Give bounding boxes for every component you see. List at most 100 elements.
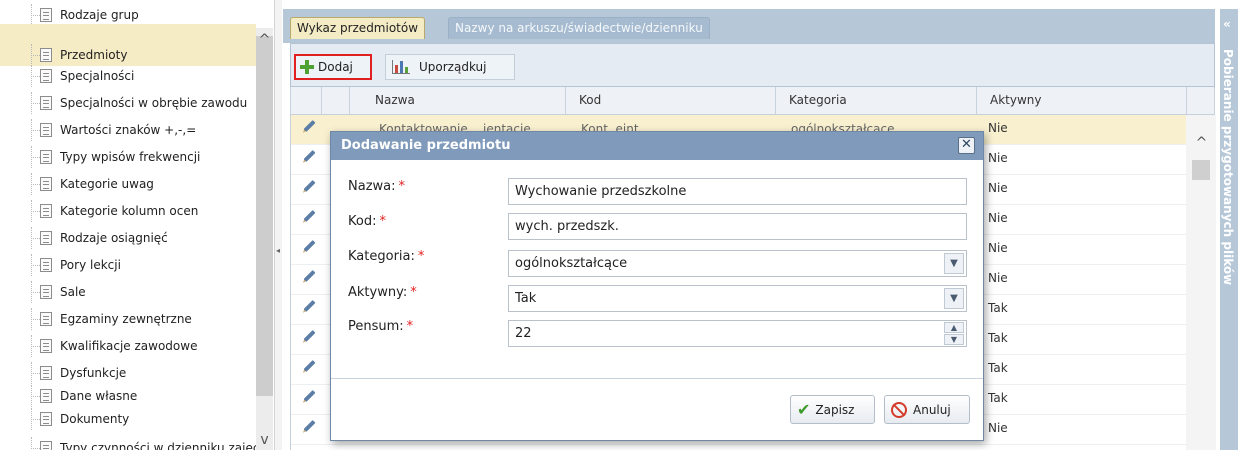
row-aktywny: Tak (988, 391, 1008, 405)
edit-icon[interactable] (303, 329, 316, 343)
column-header-aktywny[interactable]: Aktywny (990, 87, 1042, 114)
tree-item-sale[interactable]: Sale (0, 281, 256, 303)
tree-item-dysfunkcje[interactable]: Dysfunkcje (0, 362, 256, 384)
sort-button-label: Uporządkuj (419, 60, 487, 74)
grid-header: Nazwa Kod Kategoria Aktywny (290, 87, 1215, 115)
document-icon (40, 177, 52, 191)
tree-item-rodzaje-grup[interactable]: Rodzaje grup (0, 4, 256, 26)
chevron-up-icon[interactable]: ^ (256, 32, 273, 48)
document-icon (40, 339, 52, 353)
row-aktywny: Nie (988, 211, 1008, 225)
column-header-kod[interactable]: Kod (579, 87, 601, 114)
edit-icon[interactable] (303, 299, 316, 313)
tree-item-przedmioty[interactable]: Przedmioty (0, 44, 256, 66)
tree-item-label: Dane własne (60, 389, 138, 403)
row-aktywny: Tak (988, 331, 1008, 345)
cancel-button[interactable]: Anuluj (884, 395, 970, 424)
edit-icon[interactable] (303, 209, 316, 223)
row-aktywny: Nie (988, 121, 1008, 135)
row-aktywny: Tak (988, 301, 1008, 315)
kategoria-label: Kategoria: * (348, 249, 425, 264)
tree-item-typy-wpisow[interactable]: Typy wpisów frekwencji (0, 146, 256, 168)
spin-up-icon[interactable]: ▲ (944, 322, 964, 333)
tree-item-label: Kategorie uwag (60, 177, 154, 191)
tree-item-label: Kwalifikacje zawodowe (60, 339, 198, 353)
chevron-down-icon[interactable]: ▼ (944, 288, 964, 309)
panel-splitter[interactable]: ◂ (274, 0, 282, 450)
tree-scrollbar-thumb[interactable] (256, 36, 273, 396)
tree-item-label: Typy wpisów frekwencji (60, 150, 201, 164)
save-button[interactable]: ✔ Zapisz (790, 395, 875, 424)
document-icon (40, 123, 52, 137)
sort-button[interactable]: Uporządkuj (385, 54, 515, 80)
checkmark-icon: ✔ (797, 400, 811, 419)
collapse-left-icon[interactable]: ◂ (276, 246, 280, 255)
edit-icon[interactable] (303, 179, 316, 193)
grid-scrollbar-thumb[interactable] (1192, 160, 1210, 180)
edit-icon[interactable] (303, 389, 316, 403)
required-marker: * (406, 319, 414, 334)
document-icon (40, 8, 52, 22)
aktywny-label: Aktywny: * (348, 285, 417, 300)
save-button-label: Zapisz (815, 402, 855, 417)
add-button-label: Dodaj (318, 60, 353, 74)
document-icon (40, 441, 52, 450)
tabs-bar: Wykaz przedmiotów Nazwy na arkuszu/świad… (283, 9, 1215, 43)
tree-item-wartosci-znakow[interactable]: Wartości znaków +,-,= (0, 119, 256, 141)
tree-item-dokumenty[interactable]: Dokumenty (0, 408, 256, 430)
download-files-panel[interactable]: « Pobieranie przygotowanych plików (1220, 9, 1238, 450)
chevron-up-icon[interactable]: ^ (1193, 135, 1210, 151)
nazwa-field[interactable]: Wychowanie przedszkolne (508, 178, 967, 205)
edit-icon[interactable] (303, 149, 316, 163)
document-icon (40, 204, 52, 218)
tree-item-egzaminy[interactable]: Egzaminy zewnętrzne (0, 308, 256, 330)
tree-item-label: Pory lekcji (60, 258, 121, 272)
settings-tree: Rodzaje grup Przedmioty Specjalności Spe… (0, 0, 274, 450)
document-icon (40, 389, 52, 403)
document-icon (40, 285, 52, 299)
tree-item-label: Dysfunkcje (60, 366, 127, 380)
tree-item-typy-czynnosci[interactable]: Typy czynności w dzienniku zajęć (0, 437, 256, 450)
edit-icon[interactable] (303, 239, 316, 253)
kategoria-select[interactable]: ogólnokształcące ▼ (508, 250, 967, 277)
tree-item-kategorie-kolumn[interactable]: Kategorie kolumn ocen (0, 200, 256, 222)
document-icon (40, 96, 52, 110)
chevron-down-icon[interactable]: v (256, 432, 273, 448)
toolbar: Dodaj Uporządkuj (290, 43, 1215, 87)
tree-item-pory-lekcji[interactable]: Pory lekcji (0, 254, 256, 276)
add-button[interactable]: Dodaj (294, 54, 372, 80)
tree-item-specjalnosci-zawodu[interactable]: Specjalności w obrębie zawodu (0, 92, 256, 114)
column-header-kategoria[interactable]: Kategoria (789, 87, 847, 114)
tree-item-przedmioty-highlight (0, 24, 256, 44)
add-subject-dialog: Dodawanie przedmiotu ✕ Nazwa: * Wychowani… (330, 131, 984, 441)
tab-wykaz-przedmiotow[interactable]: Wykaz przedmiotów (290, 17, 426, 39)
close-icon[interactable]: ✕ (958, 137, 975, 154)
edit-icon[interactable] (303, 359, 316, 373)
tree-item-specjalnosci[interactable]: Specjalności (0, 65, 256, 87)
required-marker: * (379, 214, 386, 229)
tree-scrollbar[interactable] (256, 28, 273, 450)
tree-item-kwalifikacje[interactable]: Kwalifikacje zawodowe (0, 335, 256, 357)
tree-item-label: Egzaminy zewnętrzne (60, 312, 192, 326)
plus-icon (300, 60, 314, 74)
column-header-nazwa[interactable]: Nazwa (375, 87, 415, 114)
document-icon (40, 69, 52, 83)
dialog-title: Dodawanie przedmiotu (331, 132, 983, 160)
tab-nazwy-na-arkuszu[interactable]: Nazwy na arkuszu/świadectwie/dzienniku (448, 17, 710, 39)
tree-item-rodzaje-osiagniec[interactable]: Rodzaje osiągnięć (0, 227, 256, 249)
tree-item-dane-wlasne[interactable]: Dane własne (0, 385, 256, 407)
edit-icon[interactable] (303, 269, 316, 283)
grid-scrollbar[interactable]: ^ (1186, 115, 1216, 450)
chevron-down-icon[interactable]: ▼ (944, 253, 964, 274)
tree-item-label: Typy czynności w dzienniku zajęć (60, 441, 256, 450)
tree-item-kategorie-uwag[interactable]: Kategorie uwag (0, 173, 256, 195)
edit-icon[interactable] (303, 119, 316, 133)
spin-down-icon[interactable]: ▼ (944, 334, 964, 345)
edit-icon[interactable] (303, 419, 316, 433)
pensum-stepper[interactable]: 22 ▲ ▼ (508, 320, 967, 347)
aktywny-select[interactable]: Tak ▼ (508, 285, 967, 312)
expand-panel-icon[interactable]: « (1223, 17, 1231, 31)
tree-item-label: Specjalności (60, 69, 135, 83)
document-icon (40, 48, 52, 62)
kod-field[interactable]: wych. przedszk. (508, 213, 967, 240)
